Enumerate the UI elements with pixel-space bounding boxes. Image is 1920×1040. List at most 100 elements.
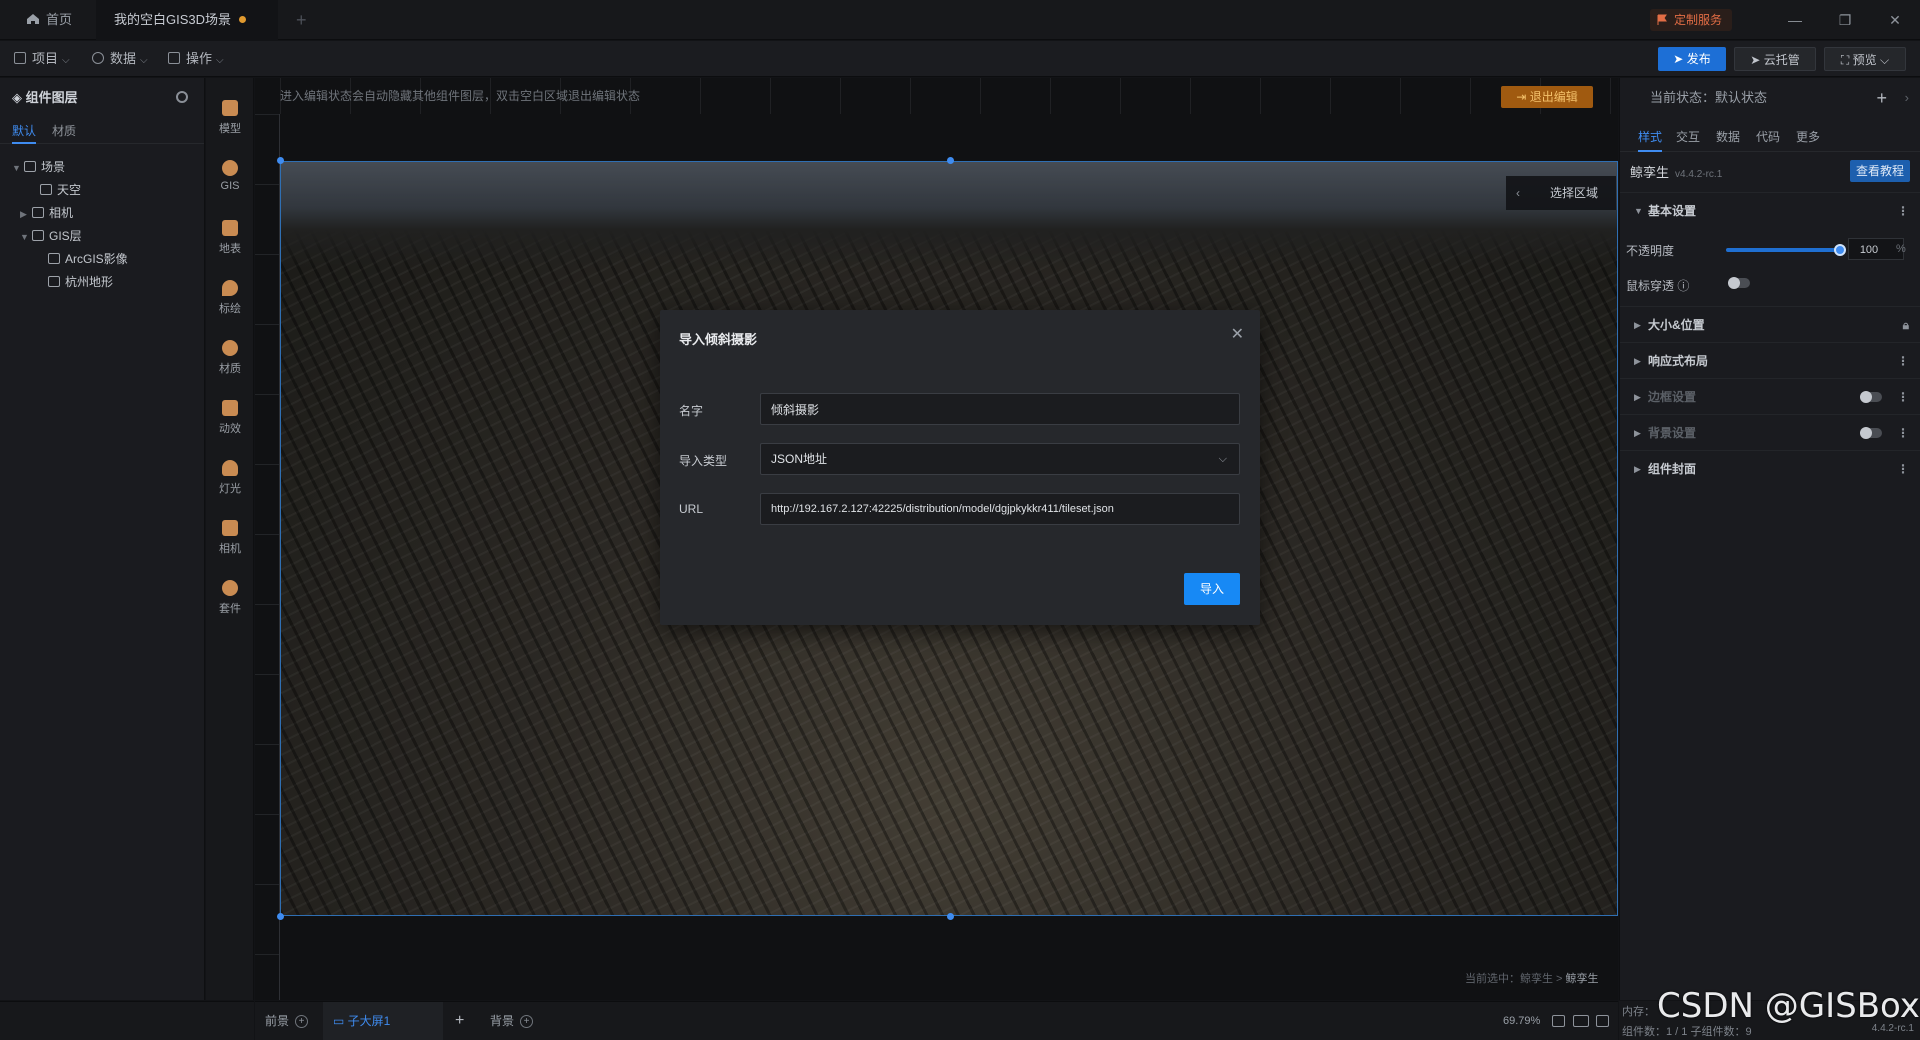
chevron-right-icon[interactable]: › <box>1905 78 1909 118</box>
tool-kit[interactable]: 套件 <box>206 570 254 626</box>
exit-edit-button[interactable]: ⇥ 退出编辑 <box>1501 86 1593 108</box>
camera-icon <box>222 520 238 536</box>
more-icon[interactable]: ⋮ <box>1897 415 1909 451</box>
more-icon[interactable]: ⋮ <box>1897 343 1909 379</box>
import-type-label: 导入类型 <box>679 454 728 468</box>
fullscreen-icon: ⛶ <box>1840 53 1853 67</box>
resize-handle-bottom[interactable] <box>947 913 954 920</box>
send-icon: ➤ <box>1673 52 1687 66</box>
menu-data[interactable]: 数据 ⌵ <box>92 41 148 77</box>
tool-material[interactable]: 材质 <box>206 330 254 386</box>
tool-camera[interactable]: 相机 <box>206 510 254 566</box>
tab-style[interactable]: 样式 <box>1638 122 1663 152</box>
tab-foreground[interactable]: 前景 + <box>265 1002 309 1040</box>
opacity-slider[interactable] <box>1726 248 1838 252</box>
menu-project[interactable]: 项目 ⌵ <box>14 41 70 77</box>
url-input[interactable] <box>760 493 1240 525</box>
cloud-host-label: 云托管 <box>1763 53 1800 67</box>
import-type-select[interactable]: JSON地址 ⌵ <box>760 443 1240 475</box>
tree-item-arcgis-image[interactable]: ArcGIS影像 <box>36 248 128 270</box>
mouse-through-toggle[interactable] <box>1728 277 1750 289</box>
tree-item-label: 相机 <box>49 206 74 220</box>
resize-handle-bottom-left[interactable] <box>277 913 284 920</box>
section-basic-settings[interactable]: ▼ 基本设置 ⋮ <box>1620 192 1920 228</box>
background-toggle[interactable] <box>1860 427 1882 439</box>
tree-item-sky[interactable]: 天空 <box>28 179 81 201</box>
cloud-host-button[interactable]: ➤ 云托管 <box>1734 47 1816 71</box>
keyboard-icon[interactable] <box>1573 1015 1589 1027</box>
minimize-button[interactable]: — <box>1772 0 1818 40</box>
tree-item-camera[interactable]: ▶ 相机 <box>20 202 73 224</box>
import-type-value: JSON地址 <box>771 452 828 466</box>
tool-label: 模型 <box>219 123 241 135</box>
border-toggle[interactable] <box>1860 391 1882 403</box>
tool-light[interactable]: 灯光 <box>206 450 254 506</box>
tree-item-scene[interactable]: ▼ 场景 <box>12 156 65 178</box>
lock-icon[interactable]: 🔒︎ <box>1903 307 1909 343</box>
tab-more[interactable]: 更多 <box>1796 122 1820 152</box>
menu-project-label: 项目 <box>32 51 59 66</box>
tool-effect[interactable]: 动效 <box>206 390 254 446</box>
section-cover[interactable]: ▶ 组件封面 ⋮ <box>1620 450 1920 486</box>
resize-handle-top[interactable] <box>947 157 954 164</box>
fit-screen-icon[interactable] <box>1552 1015 1565 1027</box>
section-size-position[interactable]: ▶ 大小&位置 🔒︎ <box>1620 306 1920 342</box>
restore-button[interactable]: ❐ <box>1822 0 1868 40</box>
section-border[interactable]: ▶ 边框设置 ⋮ <box>1620 378 1920 414</box>
tool-model[interactable]: 模型 <box>206 90 254 146</box>
opacity-slider-handle[interactable] <box>1834 244 1846 256</box>
surface-icon <box>222 220 238 236</box>
select-area-button[interactable]: ‹ 选择区域 <box>1506 176 1616 210</box>
section-background[interactable]: ▶ 背景设置 ⋮ <box>1620 414 1920 450</box>
tab-scene[interactable]: 我的空白GIS3D场景 <box>96 0 278 40</box>
preview-button[interactable]: ⛶ 预览 ⌵ <box>1824 47 1906 71</box>
search-icon[interactable] <box>176 91 188 103</box>
layer-tab-default[interactable]: 默认 <box>12 118 37 144</box>
tab-home-label: 首页 <box>46 12 73 27</box>
add-screen-button[interactable]: + <box>455 1002 464 1040</box>
tool-label: GIS <box>220 180 240 192</box>
close-icon[interactable]: ✕ <box>1231 324 1244 344</box>
layer-tab-material[interactable]: 材质 <box>52 118 76 144</box>
terrain-icon <box>48 276 60 287</box>
tree-item-hangzhou-terrain[interactable]: 杭州地形 <box>36 271 113 293</box>
tree-item-gis-layer[interactable]: ▼ GIS层 <box>20 225 82 247</box>
view-tutorial-button[interactable]: 查看教程 <box>1850 160 1910 182</box>
more-icon[interactable]: ⋮ <box>1897 379 1909 415</box>
resize-handle-top-left[interactable] <box>277 157 284 164</box>
add-state-button[interactable]: + <box>1876 78 1887 118</box>
tab-sub-screen[interactable]: ▭ 子大屏1 <box>323 1002 443 1040</box>
import-button[interactable]: 导入 <box>1184 573 1240 605</box>
section-responsive[interactable]: ▶ 响应式布局 ⋮ <box>1620 342 1920 378</box>
custom-service-button[interactable]: 定制服务 <box>1649 9 1732 31</box>
caret-right-icon[interactable]: ▶ <box>20 203 32 225</box>
tab-background-label: 背景 <box>490 1014 515 1028</box>
dialog-title: 导入倾斜摄影 <box>679 332 758 347</box>
tab-code[interactable]: 代码 <box>1756 122 1780 152</box>
caret-down-icon[interactable]: ▼ <box>12 157 24 179</box>
tool-plot[interactable]: 标绘 <box>206 270 254 326</box>
add-foreground-icon[interactable]: + <box>295 1015 309 1028</box>
tool-surface[interactable]: 地表 <box>206 210 254 266</box>
publish-button[interactable]: ➤ 发布 <box>1658 47 1726 71</box>
tab-data[interactable]: 数据 <box>1716 122 1740 152</box>
add-tab-button[interactable]: + <box>278 0 325 40</box>
tree-item-label: 天空 <box>57 183 82 197</box>
zoom-level[interactable]: 69.79% <box>1503 1002 1540 1040</box>
name-input[interactable] <box>760 393 1240 425</box>
tool-label: 相机 <box>219 543 241 555</box>
terminal-icon[interactable] <box>1596 1015 1609 1027</box>
caret-right-icon: ▶ <box>1634 392 1641 402</box>
menu-data-label: 数据 <box>110 51 137 66</box>
current-selection-name: 鲸孪生 <box>1565 973 1599 985</box>
tool-gis[interactable]: GIS <box>206 150 254 206</box>
more-icon[interactable]: ⋮ <box>1897 193 1909 229</box>
tab-home[interactable]: 首页 <box>8 0 94 40</box>
add-background-icon[interactable]: + <box>520 1015 534 1028</box>
close-window-button[interactable]: ✕ <box>1872 0 1918 40</box>
tab-background[interactable]: 背景 + <box>490 1002 534 1040</box>
tab-interaction[interactable]: 交互 <box>1676 122 1700 152</box>
menu-operate[interactable]: 操作 ⌵ <box>168 41 224 77</box>
caret-down-icon[interactable]: ▼ <box>20 226 32 248</box>
more-icon[interactable]: ⋮ <box>1897 451 1909 487</box>
